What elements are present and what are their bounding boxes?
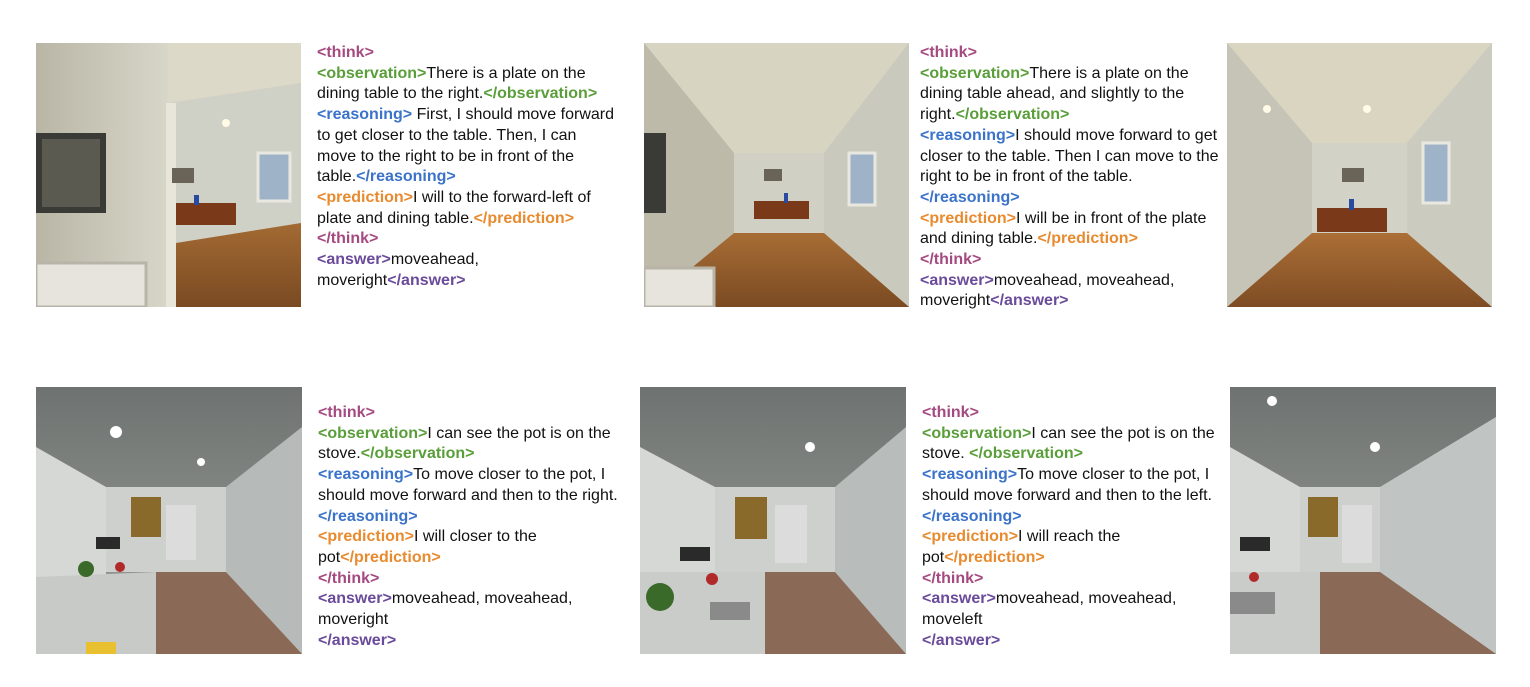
trace-line: </think> — [922, 569, 1222, 590]
prediction-tag: <prediction> — [318, 528, 415, 546]
dining-room-view-2 — [644, 43, 909, 307]
reasoning-trace-kitchen-2: <think> <observation>I can see the pot is… — [922, 403, 1222, 651]
reasoning-tag: </reasoning> — [922, 507, 1022, 525]
trace-line: <prediction>I will closer to the pot</pr… — [318, 527, 618, 568]
answer-tag: <answer> — [920, 271, 994, 289]
reasoning-tag: </reasoning> — [920, 188, 1020, 206]
trace-line: <reasoning>To move closer to the pot, I … — [318, 465, 618, 527]
trace-line: <prediction>I will reach the pot</predic… — [922, 527, 1222, 568]
trace-line: <prediction>I will be in front of the pl… — [920, 209, 1220, 250]
think-tag: <think> — [318, 404, 375, 421]
reasoning-tag: </reasoning> — [318, 507, 418, 525]
trace-line: <prediction>I will to the forward-left o… — [317, 188, 617, 229]
trace-line: </think> — [920, 250, 1220, 271]
trace-line: <observation>There is a plate on the din… — [920, 64, 1220, 126]
trace-line: <think> — [922, 403, 1222, 424]
trace-line: <reasoning>To move closer to the pot, I … — [922, 465, 1222, 527]
trace-line: <think> — [318, 403, 618, 424]
prediction-tag: <prediction> — [922, 528, 1019, 546]
dining-room-view-1 — [36, 43, 301, 307]
trace-line: <answer>moveahead, moveright</answer> — [317, 250, 617, 291]
kitchen-view-2 — [640, 387, 906, 654]
trace-line: <answer>moveahead, moveahead, moveright<… — [920, 271, 1220, 312]
prediction-tag: </prediction> — [473, 209, 575, 227]
observation-tag: <observation> — [317, 64, 427, 82]
trace-line: </answer> — [318, 631, 618, 652]
trace-line: <think> — [317, 43, 617, 64]
prediction-tag: </prediction> — [1037, 230, 1138, 248]
kitchen-view-1 — [36, 387, 302, 654]
prediction-tag: </prediction> — [944, 548, 1045, 566]
trace-line: <answer>moveahead, moveahead, moveright — [318, 589, 618, 630]
answer-tag: <answer> — [317, 251, 391, 269]
reasoning-tag: </reasoning> — [356, 168, 456, 186]
prediction-tag: <prediction> — [317, 188, 414, 206]
dining-room-view-3 — [1227, 43, 1492, 307]
answer-tag: </answer> — [922, 631, 1001, 649]
observation-tag: </observation> — [969, 445, 1083, 463]
reasoning-tag: <reasoning> — [318, 466, 414, 484]
answer-tag: <answer> — [318, 590, 392, 608]
observation-tag: </observation> — [483, 85, 598, 103]
trace-line: </think> — [318, 569, 618, 590]
reasoning-tag: <reasoning> — [317, 106, 413, 124]
trace-line: <observation>There is a plate on the din… — [317, 64, 617, 105]
think-tag: </think> — [317, 230, 379, 248]
reasoning-trace-dining-1: <think> <observation>There is a plate on … — [317, 43, 617, 291]
answer-tag: </answer> — [387, 271, 466, 289]
reasoning-trace-kitchen-1: <think> <observation>I can see the pot is… — [318, 403, 618, 651]
observation-tag: <observation> — [920, 64, 1030, 82]
observation-tag: </observation> — [360, 445, 475, 463]
trace-line: <reasoning>I should move forward to get … — [920, 126, 1220, 209]
think-tag: <think> — [922, 404, 979, 421]
think-tag: </think> — [920, 251, 982, 269]
trace-line: <observation>I can see the pot is on the… — [922, 424, 1222, 465]
trace-line: <answer>moveahead, moveahead, moveleft — [922, 589, 1222, 630]
answer-tag: </answer> — [990, 292, 1069, 310]
observation-tag: </observation> — [955, 106, 1070, 124]
prediction-tag: </prediction> — [340, 548, 441, 566]
trace-line: </answer> — [922, 631, 1222, 652]
think-tag: <think> — [920, 44, 977, 61]
reasoning-tag: <reasoning> — [920, 126, 1016, 144]
answer-tag: </answer> — [318, 631, 397, 649]
prediction-tag: <prediction> — [920, 209, 1017, 227]
trace-line: </think> — [317, 229, 617, 250]
answer-tag: <answer> — [922, 590, 996, 608]
reasoning-tag: <reasoning> — [922, 466, 1018, 484]
think-tag: <think> — [317, 44, 374, 61]
trace-line: <observation>I can see the pot is on the… — [318, 424, 618, 465]
think-tag: </think> — [318, 569, 380, 587]
think-tag: </think> — [922, 569, 984, 587]
observation-tag: <observation> — [922, 424, 1032, 442]
kitchen-view-3 — [1230, 387, 1496, 654]
observation-tag: <observation> — [318, 424, 428, 442]
reasoning-trace-dining-2: <think> <observation>There is a plate on … — [920, 43, 1220, 312]
trace-line: <reasoning> First, I should move forward… — [317, 105, 617, 188]
trace-line: <think> — [920, 43, 1220, 64]
